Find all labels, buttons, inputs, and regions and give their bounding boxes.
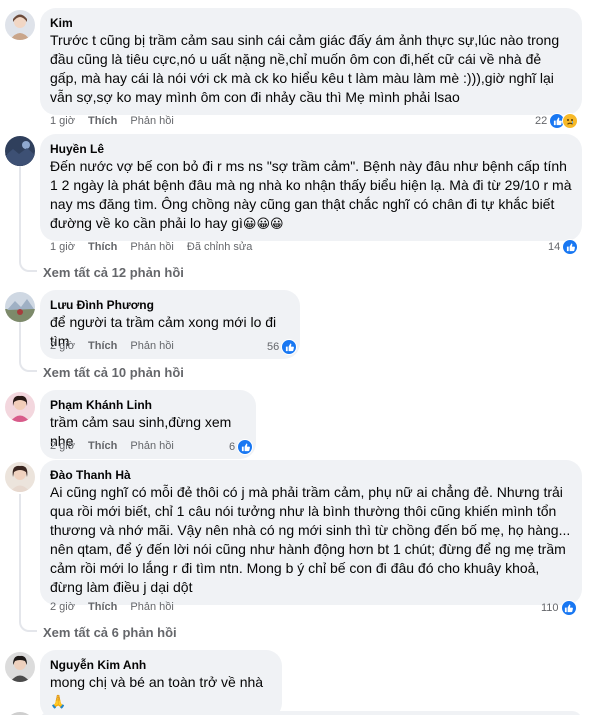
reaction-count: 110 bbox=[541, 602, 559, 614]
reaction-summary[interactable]: 6 bbox=[229, 438, 254, 456]
thread-curve bbox=[19, 618, 37, 632]
sad-icon bbox=[562, 113, 579, 129]
comment-author[interactable]: Phạm Khánh Linh bbox=[50, 397, 246, 413]
comment-actions: 1 giờ Thích Phản hồi bbox=[50, 114, 184, 128]
like-icon bbox=[562, 239, 579, 255]
reaction-summary[interactable]: 110 bbox=[541, 599, 577, 617]
reply-button[interactable]: Phản hồi bbox=[130, 339, 173, 353]
comment-text-body: Đến nước vợ bế con bỏ đi r ms ns "sợ trầ… bbox=[50, 158, 572, 231]
thread-curve bbox=[19, 358, 37, 372]
thread-line bbox=[19, 494, 21, 618]
reaction-summary[interactable]: 22 bbox=[535, 112, 579, 130]
avatar[interactable] bbox=[5, 292, 35, 322]
reply-button[interactable]: Phản hồi bbox=[130, 114, 173, 128]
comment-author[interactable]: Kim bbox=[50, 15, 572, 31]
comment-bubble: Nguyễn Kim Anh mong chị và bé an toàn tr… bbox=[40, 650, 282, 715]
comment-actions: 1 giờ Thích Phản hồi Đã chỉnh sửa bbox=[50, 240, 262, 254]
comment-actions: 2 giờ Thích Phản hồi bbox=[50, 439, 184, 453]
reaction-summary[interactable]: 56 bbox=[267, 338, 298, 356]
reaction-count: 14 bbox=[548, 241, 561, 253]
next-comment-bubble bbox=[40, 711, 582, 715]
see-all-replies-link[interactable]: Xem tất cả 12 phản hồi bbox=[43, 265, 184, 281]
reaction-count: 56 bbox=[267, 341, 280, 353]
see-all-replies-link[interactable]: Xem tất cả 6 phản hồi bbox=[43, 625, 177, 641]
comment-time[interactable]: 2 giờ bbox=[50, 600, 75, 614]
avatar[interactable] bbox=[5, 10, 35, 40]
edited-label[interactable]: Đã chỉnh sửa bbox=[187, 240, 252, 254]
comment-time[interactable]: 1 giờ bbox=[50, 240, 75, 254]
comment-time[interactable]: 1 giờ bbox=[50, 114, 75, 128]
comment-emojis: 😀😀😀 bbox=[242, 216, 284, 231]
comment-text: Đến nước vợ bế con bỏ đi r ms ns "sợ trầ… bbox=[50, 157, 572, 233]
comment-text-body: mong chị và bé an toàn trở về nhà bbox=[50, 674, 264, 690]
like-icon bbox=[560, 600, 577, 616]
comment-author[interactable]: Nguyễn Kim Anh bbox=[50, 657, 272, 673]
like-button[interactable]: Thích bbox=[88, 339, 117, 353]
comment-emojis: 🙏 bbox=[50, 694, 67, 709]
avatar[interactable] bbox=[5, 652, 35, 682]
reaction-count: 6 bbox=[229, 441, 236, 453]
thread-curve bbox=[19, 258, 37, 272]
avatar[interactable] bbox=[5, 462, 35, 492]
comment-author[interactable]: Huyền Lê bbox=[50, 141, 572, 157]
comment-time[interactable]: 2 giờ bbox=[50, 439, 75, 453]
thread-line bbox=[19, 166, 21, 258]
comment-bubble: Kim Trước t cũng bị trầm cảm sau sinh cá… bbox=[40, 8, 582, 115]
like-icon bbox=[281, 339, 298, 355]
comment-bubble: Đào Thanh Hà Ai cũng nghĩ có mỗi đẻ thôi… bbox=[40, 460, 582, 605]
like-icon bbox=[237, 439, 254, 455]
comment-text: Ai cũng nghĩ có mỗi đẻ thôi có j mà phải… bbox=[50, 484, 571, 595]
comment-author[interactable]: Lưu Đình Phương bbox=[50, 297, 290, 313]
avatar[interactable] bbox=[5, 392, 35, 422]
like-button[interactable]: Thích bbox=[88, 600, 117, 614]
reaction-count: 22 bbox=[535, 115, 548, 127]
comment-actions: 2 giờ Thích Phản hồi bbox=[50, 339, 184, 353]
like-button[interactable]: Thích bbox=[88, 439, 117, 453]
comment-time[interactable]: 2 giờ bbox=[50, 339, 75, 353]
comment-bubble: Huyền Lê Đến nước vợ bế con bỏ đi r ms n… bbox=[40, 134, 582, 241]
avatar[interactable] bbox=[5, 136, 35, 166]
comment-text: mong chị và bé an toàn trở về nhà 🙏 bbox=[50, 673, 272, 711]
like-button[interactable]: Thích bbox=[88, 114, 117, 128]
see-all-replies-link[interactable]: Xem tất cả 10 phản hồi bbox=[43, 365, 184, 381]
comment-author[interactable]: Đào Thanh Hà bbox=[50, 467, 572, 483]
reply-button[interactable]: Phản hồi bbox=[130, 600, 173, 614]
thread-line bbox=[19, 320, 21, 360]
comment-actions: 2 giờ Thích Phản hồi bbox=[50, 600, 184, 614]
reaction-summary[interactable]: 14 bbox=[548, 238, 579, 256]
comment-text: Trước t cũng bị trầm cảm sau sinh cái cả… bbox=[50, 32, 560, 105]
like-button[interactable]: Thích bbox=[88, 240, 117, 254]
reply-button[interactable]: Phản hồi bbox=[130, 439, 173, 453]
reply-button[interactable]: Phản hồi bbox=[130, 240, 173, 254]
